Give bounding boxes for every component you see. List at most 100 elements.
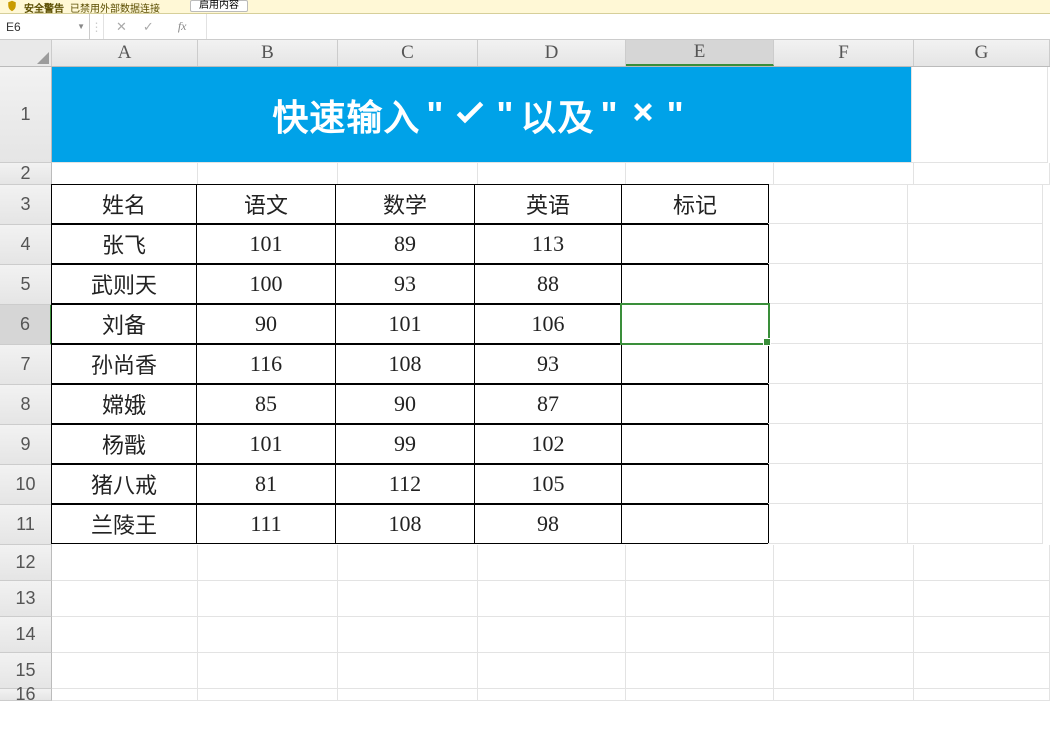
cell-A3[interactable]: 姓名 xyxy=(51,184,197,224)
cell-C4[interactable]: 89 xyxy=(335,224,475,264)
cell-C11[interactable]: 108 xyxy=(335,504,475,544)
cell-A7[interactable]: 孙尚香 xyxy=(51,344,197,384)
cell-E7[interactable] xyxy=(621,344,769,384)
cell-B10[interactable]: 81 xyxy=(196,464,336,504)
cell-E5[interactable] xyxy=(621,264,769,304)
cell-D10[interactable]: 105 xyxy=(474,464,622,504)
row-head-16[interactable]: 16 xyxy=(0,689,52,701)
cell-G10[interactable] xyxy=(907,464,1043,504)
cell-C8[interactable]: 90 xyxy=(335,384,475,424)
cell-G14[interactable] xyxy=(914,617,1050,653)
cell-F10[interactable] xyxy=(768,464,908,504)
cell-D5[interactable]: 88 xyxy=(474,264,622,304)
cell-A8[interactable]: 嫦娥 xyxy=(51,384,197,424)
cell-C9[interactable]: 99 xyxy=(335,424,475,464)
accept-formula-icon[interactable]: ✓ xyxy=(143,19,154,35)
cell-C3[interactable]: 数学 xyxy=(335,184,475,224)
row-head-2[interactable]: 2 xyxy=(0,163,52,185)
cell-C13[interactable] xyxy=(338,581,478,617)
cell-F16[interactable] xyxy=(774,689,914,701)
cell-A5[interactable]: 武则天 xyxy=(51,264,197,304)
cell-B4[interactable]: 101 xyxy=(196,224,336,264)
col-head-E[interactable]: E xyxy=(626,40,774,66)
cell-F8[interactable] xyxy=(768,384,908,424)
cell-E15[interactable] xyxy=(626,653,774,689)
col-head-C[interactable]: C xyxy=(338,40,478,66)
cell-B7[interactable]: 116 xyxy=(196,344,336,384)
cell-B8[interactable]: 85 xyxy=(196,384,336,424)
cell-E4[interactable] xyxy=(621,224,769,264)
cell-E9[interactable] xyxy=(621,424,769,464)
cell-E10[interactable] xyxy=(621,464,769,504)
cell-G15[interactable] xyxy=(914,653,1050,689)
row-head-6[interactable]: 6 xyxy=(0,305,52,345)
cell-F13[interactable] xyxy=(774,581,914,617)
cell-G3[interactable] xyxy=(907,184,1043,224)
cell-F2[interactable] xyxy=(774,163,914,185)
cell-G1[interactable] xyxy=(912,67,1048,163)
row-head-13[interactable]: 13 xyxy=(0,581,52,617)
enable-content-button[interactable]: 启用内容 xyxy=(190,0,248,12)
cell-G8[interactable] xyxy=(907,384,1043,424)
cell-G5[interactable] xyxy=(907,264,1043,304)
title-banner[interactable]: 快速输入 " " 以及 " " xyxy=(52,67,912,163)
cell-C16[interactable] xyxy=(338,689,478,701)
cell-G4[interactable] xyxy=(907,224,1043,264)
cell-E14[interactable] xyxy=(626,617,774,653)
cell-A15[interactable] xyxy=(52,653,198,689)
cell-C6[interactable]: 101 xyxy=(335,304,475,344)
cell-B2[interactable] xyxy=(198,163,338,185)
cell-D16[interactable] xyxy=(478,689,626,701)
cell-B5[interactable]: 100 xyxy=(196,264,336,304)
cell-A10[interactable]: 猪八戒 xyxy=(51,464,197,504)
cell-D7[interactable]: 93 xyxy=(474,344,622,384)
col-head-A[interactable]: A xyxy=(52,40,198,66)
cell-E6[interactable] xyxy=(621,304,769,344)
cell-D6[interactable]: 106 xyxy=(474,304,622,344)
cell-B15[interactable] xyxy=(198,653,338,689)
cell-A9[interactable]: 杨戬 xyxy=(51,424,197,464)
cell-B11[interactable]: 111 xyxy=(196,504,336,544)
cell-B6[interactable]: 90 xyxy=(196,304,336,344)
cell-G13[interactable] xyxy=(914,581,1050,617)
cell-D15[interactable] xyxy=(478,653,626,689)
col-head-B[interactable]: B xyxy=(198,40,338,66)
cell-E13[interactable] xyxy=(626,581,774,617)
cell-G9[interactable] xyxy=(907,424,1043,464)
cell-G6[interactable] xyxy=(907,304,1043,344)
cell-A6[interactable]: 刘备 xyxy=(51,304,197,344)
cell-G12[interactable] xyxy=(914,545,1050,581)
name-box[interactable]: E6 ▼ xyxy=(0,14,90,39)
cell-B12[interactable] xyxy=(198,545,338,581)
cell-G7[interactable] xyxy=(907,344,1043,384)
row-head-10[interactable]: 10 xyxy=(0,465,52,505)
cell-A16[interactable] xyxy=(52,689,198,701)
cell-C15[interactable] xyxy=(338,653,478,689)
cell-E12[interactable] xyxy=(626,545,774,581)
cell-A4[interactable]: 张飞 xyxy=(51,224,197,264)
cell-B16[interactable] xyxy=(198,689,338,701)
cell-D14[interactable] xyxy=(478,617,626,653)
row-head-8[interactable]: 8 xyxy=(0,385,52,425)
cell-E11[interactable] xyxy=(621,504,769,544)
cell-F7[interactable] xyxy=(768,344,908,384)
cell-D2[interactable] xyxy=(478,163,626,185)
cell-B14[interactable] xyxy=(198,617,338,653)
select-all-corner[interactable] xyxy=(0,40,52,66)
fx-icon[interactable]: fx xyxy=(170,19,195,34)
row-head-7[interactable]: 7 xyxy=(0,345,52,385)
cell-G2[interactable] xyxy=(914,163,1050,185)
cell-E3[interactable]: 标记 xyxy=(621,184,769,224)
cell-A12[interactable] xyxy=(52,545,198,581)
cell-F15[interactable] xyxy=(774,653,914,689)
cell-F14[interactable] xyxy=(774,617,914,653)
cell-D4[interactable]: 113 xyxy=(474,224,622,264)
cell-E2[interactable] xyxy=(626,163,774,185)
row-head-4[interactable]: 4 xyxy=(0,225,52,265)
cell-D12[interactable] xyxy=(478,545,626,581)
cell-D8[interactable]: 87 xyxy=(474,384,622,424)
cell-A11[interactable]: 兰陵王 xyxy=(51,504,197,544)
cell-D11[interactable]: 98 xyxy=(474,504,622,544)
name-box-dropdown-icon[interactable]: ▼ xyxy=(77,22,85,31)
cell-F6[interactable] xyxy=(768,304,908,344)
